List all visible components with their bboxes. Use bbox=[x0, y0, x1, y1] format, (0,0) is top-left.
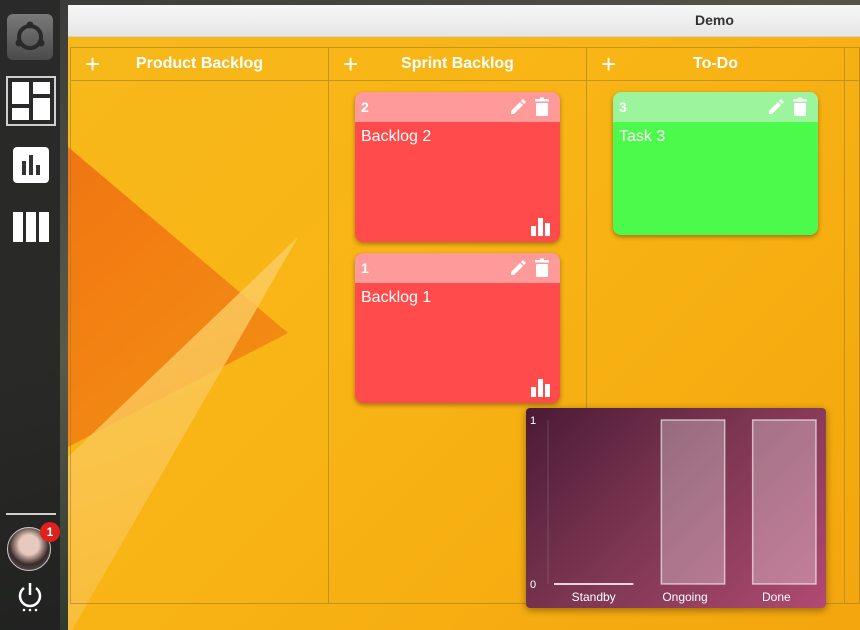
delete-icon[interactable] bbox=[532, 97, 552, 117]
add-card-button[interactable]: + bbox=[343, 51, 358, 77]
column-title: To-Do bbox=[692, 55, 738, 72]
column-header: + Product Backlog bbox=[71, 48, 328, 81]
sidebar-separator bbox=[6, 513, 56, 515]
y-tick-label: 1 bbox=[530, 415, 536, 427]
y-tick-label: 0 bbox=[530, 579, 536, 591]
x-tick-label: Done bbox=[762, 590, 791, 604]
bar-ongoing bbox=[660, 419, 726, 585]
card-header: 2 bbox=[355, 92, 560, 122]
edit-icon[interactable] bbox=[766, 97, 786, 117]
chart-view-button[interactable] bbox=[6, 140, 56, 190]
window-title: Demo bbox=[695, 12, 734, 28]
x-tick-label: Standby bbox=[572, 590, 616, 604]
dashboard-icon bbox=[12, 82, 50, 120]
column-header bbox=[845, 48, 859, 81]
card-id: 2 bbox=[361, 99, 369, 115]
bar-chart-icon[interactable] bbox=[530, 216, 552, 236]
edit-icon[interactable] bbox=[508, 258, 528, 278]
bar-chart-icon bbox=[13, 147, 49, 183]
add-card-button[interactable]: + bbox=[601, 51, 616, 77]
window-titlebar: Demo bbox=[68, 5, 860, 37]
bar-chart-icon[interactable] bbox=[530, 377, 552, 397]
card-title: Backlog 2 bbox=[361, 128, 432, 145]
card-header: 3 bbox=[613, 92, 818, 122]
card-id: 1 bbox=[361, 260, 369, 276]
add-card-button[interactable]: + bbox=[85, 51, 100, 77]
column-header: + Sprint Backlog bbox=[329, 48, 586, 81]
status-chart-popup: 1 0 Standby Ongoing Done bbox=[526, 408, 826, 608]
delete-icon[interactable] bbox=[532, 258, 552, 278]
power-button[interactable] bbox=[16, 582, 44, 612]
bar-done bbox=[751, 419, 817, 585]
launcher-sidebar: 1 bbox=[0, 0, 60, 630]
edit-icon[interactable] bbox=[508, 97, 528, 117]
power-icon bbox=[18, 583, 42, 612]
column-partial bbox=[844, 47, 860, 604]
column-product-backlog: + Product Backlog bbox=[70, 47, 328, 604]
task-card[interactable]: 1 Backlog 1 bbox=[355, 253, 560, 403]
column-title: Sprint Backlog bbox=[401, 55, 514, 72]
ubuntu-launcher-button[interactable] bbox=[7, 14, 53, 60]
status-bar-chart: 1 0 Standby Ongoing Done bbox=[530, 415, 817, 604]
column-header: + To-Do bbox=[587, 48, 844, 81]
delete-icon[interactable] bbox=[790, 97, 810, 117]
board-view-button[interactable] bbox=[6, 76, 56, 126]
column-title: Product Backlog bbox=[135, 55, 264, 72]
notification-badge: 1 bbox=[40, 522, 60, 542]
columns-icon bbox=[13, 212, 49, 242]
card-title: Task 3 bbox=[619, 128, 666, 145]
card-id: 3 bbox=[619, 99, 627, 115]
card-title: Backlog 1 bbox=[361, 289, 432, 306]
ubuntu-icon bbox=[15, 21, 45, 50]
task-card[interactable]: 2 Backlog 2 bbox=[355, 92, 560, 242]
x-tick-label: Ongoing bbox=[662, 590, 707, 604]
column-view-button[interactable] bbox=[6, 202, 56, 252]
task-card[interactable]: 3 Task 3 bbox=[613, 92, 818, 235]
card-header: 1 bbox=[355, 253, 560, 283]
